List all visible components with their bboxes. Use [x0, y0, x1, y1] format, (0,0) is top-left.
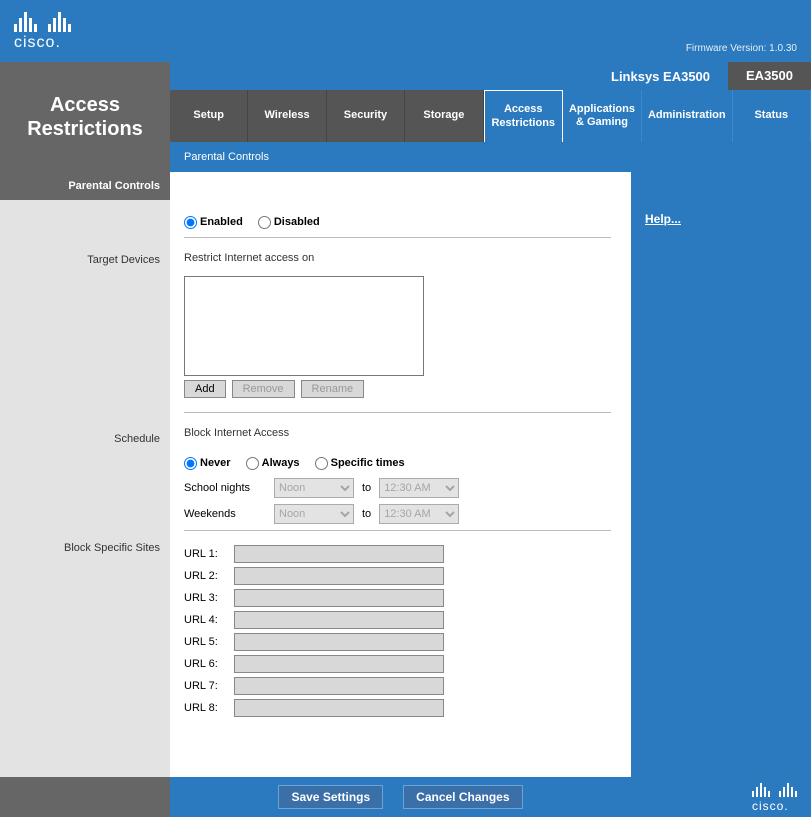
always-label: Always: [262, 457, 300, 469]
tab-storage[interactable]: Storage: [405, 90, 483, 142]
to-label: to: [354, 482, 379, 494]
school-to-select[interactable]: 12:30 AM: [379, 478, 459, 498]
cisco-bars-icon: [14, 10, 71, 32]
url6-label: URL 6:: [184, 658, 234, 670]
school-nights-row: School nights Noon to 12:30 AM: [184, 478, 611, 498]
school-nights-label: School nights: [184, 482, 274, 494]
cisco-logo: cisco.: [14, 10, 71, 52]
url3-label: URL 3:: [184, 592, 234, 604]
tab-status[interactable]: Status: [733, 90, 811, 142]
cisco-bars-icon: [752, 781, 797, 797]
firmware-version: Firmware Version: 1.0.30: [686, 43, 797, 54]
main-tabs: Setup Wireless Security Storage Access R…: [170, 90, 811, 142]
to-label: to: [354, 508, 379, 520]
footer-row: Save Settings Cancel Changes cisco.: [0, 777, 811, 817]
url7-input[interactable]: [234, 677, 444, 695]
schedule-mode-group: Never Always Specific times: [184, 457, 611, 470]
tab-access-restrictions[interactable]: Access Restrictions: [484, 90, 563, 142]
model-name: Linksys EA3500: [593, 69, 728, 84]
weekends-row: Weekends Noon to 12:30 AM: [184, 504, 611, 524]
block-access-label: Block Internet Access: [184, 427, 611, 439]
model-code: EA3500: [728, 62, 811, 90]
separator: [184, 530, 611, 531]
tab-security[interactable]: Security: [327, 90, 405, 142]
subnav-parental-controls[interactable]: Parental Controls: [170, 142, 811, 172]
disabled-label: Disabled: [274, 216, 320, 228]
separator: [184, 412, 611, 413]
add-button[interactable]: Add: [184, 380, 226, 398]
top-banner: cisco. Firmware Version: 1.0.30: [0, 0, 811, 62]
enabled-radio[interactable]: [184, 216, 197, 229]
separator: [184, 237, 611, 238]
page-title: Access Restrictions: [0, 62, 170, 172]
brand-text: cisco.: [14, 34, 71, 52]
footer-buttons: Save Settings Cancel Changes: [170, 777, 631, 817]
header-row: Access Restrictions Linksys EA3500 EA350…: [0, 62, 811, 172]
tab-setup[interactable]: Setup: [170, 90, 248, 142]
never-label: Never: [200, 457, 231, 469]
school-from-select[interactable]: Noon: [274, 478, 354, 498]
weekends-label: Weekends: [184, 508, 274, 520]
url1-input[interactable]: [234, 545, 444, 563]
url2-input[interactable]: [234, 567, 444, 585]
side-parental-controls: Parental Controls: [0, 172, 170, 200]
help-column: Help...: [631, 172, 811, 777]
tab-administration[interactable]: Administration: [642, 90, 733, 142]
target-devices-list[interactable]: [184, 276, 424, 376]
enabled-label: Enabled: [200, 216, 243, 228]
side-target-devices: Target Devices: [0, 248, 170, 272]
model-row: Linksys EA3500 EA3500: [170, 62, 811, 90]
main-content-row: Parental Controls Target Devices Schedul…: [0, 172, 811, 777]
url3-input[interactable]: [234, 589, 444, 607]
side-block-sites: Block Specific Sites: [0, 536, 170, 560]
tab-wireless[interactable]: Wireless: [248, 90, 326, 142]
disabled-radio[interactable]: [258, 216, 271, 229]
restrict-label: Restrict Internet access on: [184, 252, 611, 264]
url8-label: URL 8:: [184, 702, 234, 714]
url6-input[interactable]: [234, 655, 444, 673]
url7-label: URL 7:: [184, 680, 234, 692]
specific-radio[interactable]: [315, 457, 328, 470]
url5-label: URL 5:: [184, 636, 234, 648]
enable-toggle-group: Enabled Disabled: [184, 216, 611, 229]
remove-button[interactable]: Remove: [232, 380, 295, 398]
weekends-to-select[interactable]: 12:30 AM: [379, 504, 459, 524]
always-radio[interactable]: [246, 457, 259, 470]
url5-input[interactable]: [234, 633, 444, 651]
specific-label: Specific times: [331, 457, 405, 469]
help-link[interactable]: Help...: [645, 212, 681, 226]
footer-left: [0, 777, 170, 817]
url4-label: URL 4:: [184, 614, 234, 626]
url4-input[interactable]: [234, 611, 444, 629]
url1-label: URL 1:: [184, 548, 234, 560]
side-schedule: Schedule: [0, 427, 170, 451]
side-column: Parental Controls Target Devices Schedul…: [0, 172, 170, 777]
tab-applications-gaming[interactable]: Applications & Gaming: [563, 90, 642, 142]
weekends-from-select[interactable]: Noon: [274, 504, 354, 524]
rename-button[interactable]: Rename: [301, 380, 365, 398]
url2-label: URL 2:: [184, 570, 234, 582]
brand-text-small: cisco.: [752, 799, 797, 813]
url8-input[interactable]: [234, 699, 444, 717]
footer-right: cisco.: [631, 777, 811, 817]
never-radio[interactable]: [184, 457, 197, 470]
cisco-logo-small: cisco.: [752, 781, 797, 813]
content-panel: Enabled Disabled Restrict Internet acces…: [170, 172, 631, 777]
